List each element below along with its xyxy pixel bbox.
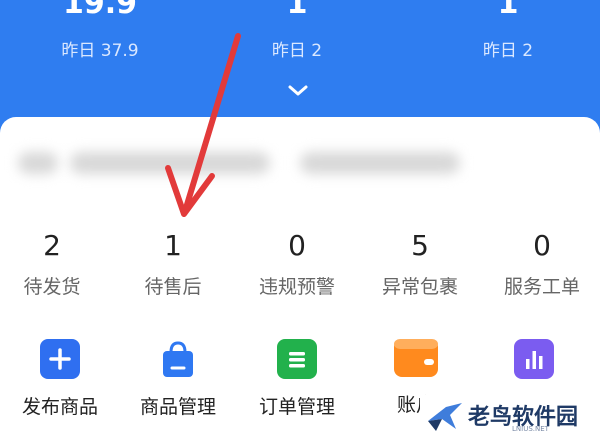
watermark-subtext: LNIUS.NET bbox=[512, 425, 549, 433]
annotation-arrow-icon bbox=[165, 33, 241, 217]
site-watermark: 老鸟软件园 LNIUS.NET bbox=[420, 395, 600, 440]
bird-logo-icon bbox=[428, 403, 462, 431]
